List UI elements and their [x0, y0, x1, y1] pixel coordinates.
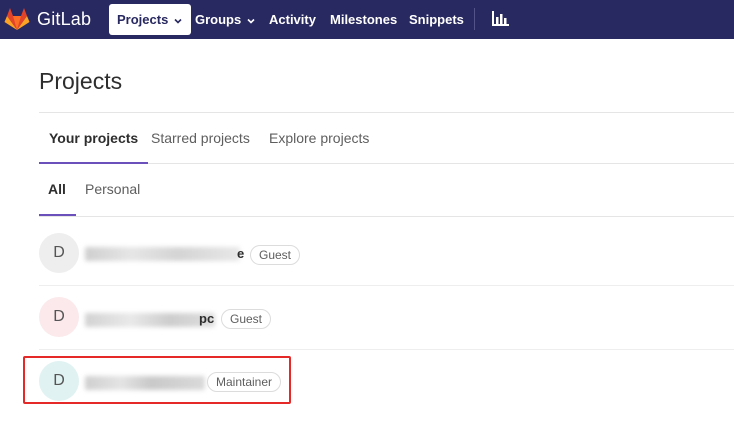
- page-title: Projects: [39, 68, 123, 94]
- subtab-all[interactable]: All: [39, 164, 76, 216]
- project-name-redacted[interactable]: [85, 313, 215, 327]
- chart-bar-icon[interactable]: [492, 11, 509, 26]
- nav-activity[interactable]: Activity: [261, 4, 324, 35]
- chevron-down-icon: [247, 18, 255, 24]
- nav-milestones[interactable]: Milestones: [322, 4, 405, 35]
- chevron-down-icon: [174, 18, 182, 24]
- project-name-redacted[interactable]: [85, 247, 240, 261]
- nav-projects-label: Projects: [117, 12, 169, 27]
- nav-snippets[interactable]: Snippets: [401, 4, 472, 35]
- project-name-suffix[interactable]: pc: [199, 311, 214, 326]
- gitlab-brand[interactable]: GitLab: [37, 9, 91, 30]
- gitlab-tanuki-icon[interactable]: [4, 7, 30, 31]
- nav-milestones-label: Milestones: [330, 12, 398, 27]
- tab-your-projects[interactable]: Your projects: [39, 113, 149, 164]
- nav-divider: [474, 8, 475, 30]
- project-row[interactable]: D e Guest: [39, 222, 734, 286]
- nav-projects-dropdown[interactable]: Projects: [109, 4, 192, 35]
- tab-starred-projects[interactable]: Starred projects: [151, 113, 250, 164]
- top-navbar: GitLab Projects Groups Activity Mileston…: [0, 0, 734, 39]
- nav-snippets-label: Snippets: [409, 12, 464, 27]
- project-filter-tabs: All Personal: [39, 164, 734, 217]
- project-tabs: Your projects Starred projects Explore p…: [39, 112, 734, 164]
- role-badge: Guest: [250, 245, 301, 265]
- project-row[interactable]: D pc Guest: [39, 286, 734, 350]
- project-name-redacted[interactable]: [85, 376, 205, 390]
- project-avatar[interactable]: D: [39, 233, 79, 273]
- project-avatar[interactable]: D: [39, 361, 79, 401]
- nav-groups-dropdown[interactable]: Groups: [187, 4, 264, 35]
- project-row[interactable]: D Maintainer: [39, 350, 734, 414]
- subtab-personal[interactable]: Personal: [85, 164, 140, 216]
- nav-activity-label: Activity: [269, 12, 316, 27]
- role-badge: Maintainer: [207, 372, 282, 392]
- role-badge: Guest: [221, 309, 272, 329]
- tab-explore-projects[interactable]: Explore projects: [269, 113, 369, 164]
- project-avatar[interactable]: D: [39, 297, 79, 337]
- project-name-suffix[interactable]: e: [237, 246, 244, 261]
- nav-groups-label: Groups: [195, 12, 242, 27]
